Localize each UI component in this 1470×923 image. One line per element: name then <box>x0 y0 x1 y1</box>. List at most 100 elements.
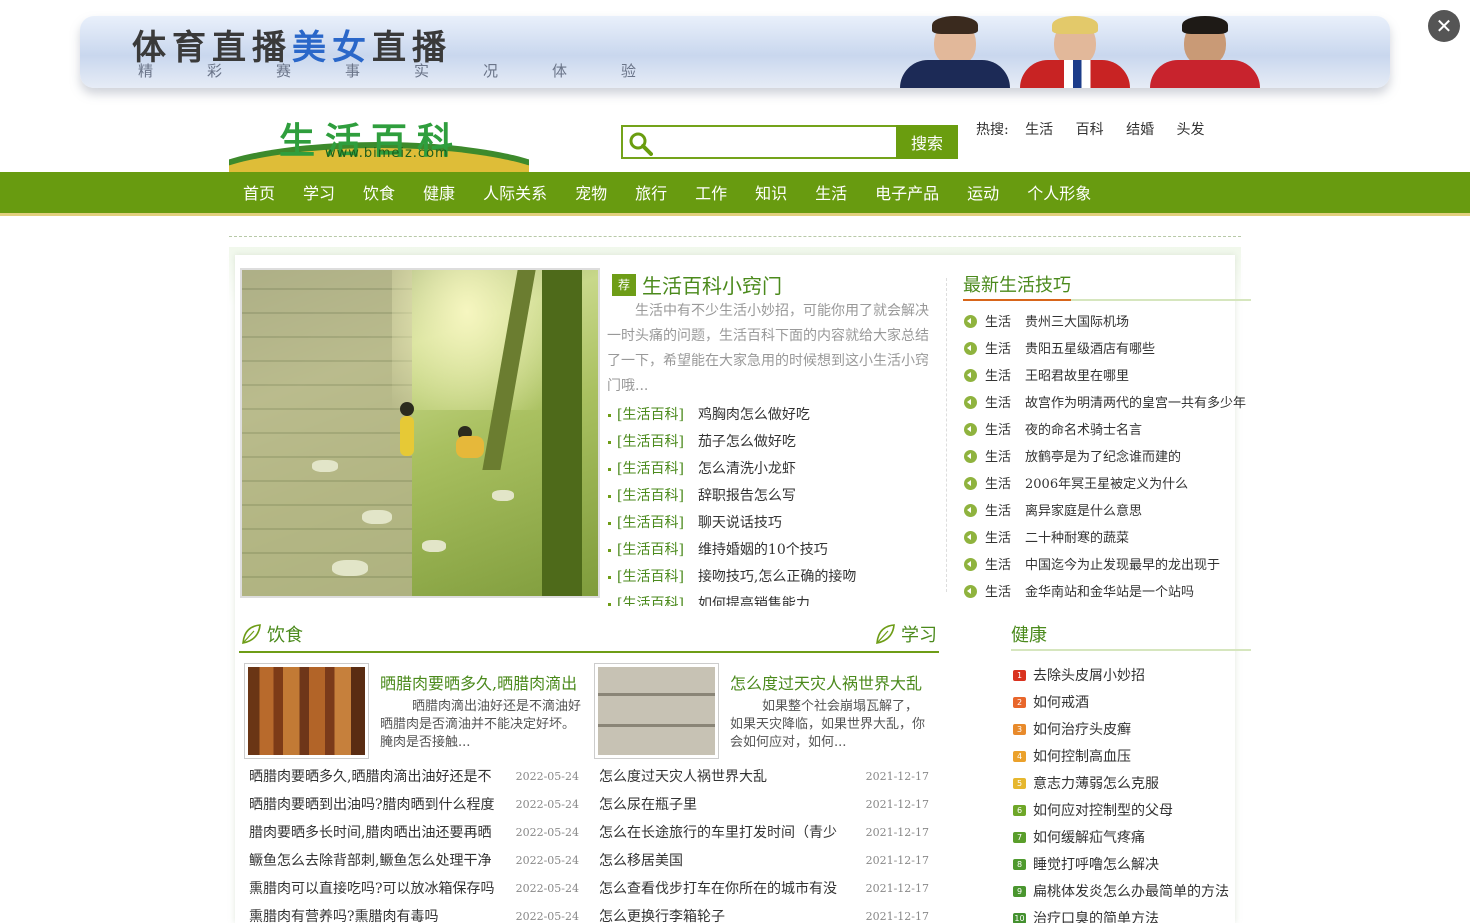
nav-item-sports[interactable]: 运动 <box>953 172 1013 216</box>
nav-item-electronics[interactable]: 电子产品 <box>861 172 953 216</box>
rank-number: 9 <box>1013 885 1026 897</box>
nav-item-image[interactable]: 个人形象 <box>1013 172 1105 216</box>
search-box: 搜索 <box>621 125 958 159</box>
list-item[interactable]: 生活 放鹤亭是为了纪念谁而建的 <box>964 444 1254 471</box>
nav-item-home[interactable]: 首页 <box>229 172 289 216</box>
list-item[interactable]: 生活 夜的命名术骑士名言 <box>964 417 1254 444</box>
rank-number: 5 <box>1013 777 1026 789</box>
list-item[interactable]: 生活 贵阳五星级酒店有哪些 <box>964 336 1254 363</box>
list-item[interactable]: 腊肉要晒多长时间,腊肉晒出油还要再晒 2022-05-24 <box>249 819 579 847</box>
list-item[interactable]: 5 意志力薄弱怎么克服 <box>1013 771 1253 798</box>
study-feature-thumbnail[interactable] <box>594 663 719 759</box>
list-item[interactable]: 6 如何应对控制型的父母 <box>1013 798 1253 825</box>
list-item[interactable]: 生活 离异家庭是什么意思 <box>964 498 1254 525</box>
list-item[interactable]: 鳜鱼怎么去除背部刺,鳜鱼怎么处理干净 2022-05-24 <box>249 847 579 875</box>
health-ranking-list: 1 去除头皮屑小妙招 2 如何戒酒 3 如何治疗头皮癣 4 如何控制高血压 5 意志力薄弱… <box>1013 663 1253 923</box>
list-item[interactable]: 熏腊肉可以直接吃吗?可以放冰箱保存吗 2022-05-24 <box>249 875 579 903</box>
list-item[interactable]: 怎么移居美国 2021-12-17 <box>599 847 929 875</box>
nav-item-food[interactable]: 饮食 <box>349 172 409 216</box>
rank-number: 6 <box>1013 804 1026 816</box>
leaf-icon <box>876 624 895 644</box>
leaf-icon <box>242 624 261 644</box>
list-item[interactable]: 1 去除头皮屑小妙招 <box>1013 663 1253 690</box>
list-item[interactable]: 晒腊肉要晒到出油吗?腊肉晒到什么程度 2022-05-24 <box>249 791 579 819</box>
rank-number: 3 <box>1013 723 1026 735</box>
study-feature-title[interactable]: 怎么度过天灾人祸世界大乱 <box>730 670 922 694</box>
list-item[interactable]: 怎么在长途旅行的车里打发时间（青少 2021-12-17 <box>599 819 929 847</box>
nav-item-relations[interactable]: 人际关系 <box>469 172 561 216</box>
rank-number: 2 <box>1013 696 1026 708</box>
food-article-list: 晒腊肉要晒多久,晒腊肉滴出油好还是不 2022-05-24 晒腊肉要晒到出油吗?腊… <box>249 763 579 923</box>
list-item[interactable]: 生活 金华南站和金华站是一个站吗 <box>964 579 1254 606</box>
list-item[interactable]: [生活百科] 维持婚姻的10个技巧 <box>608 537 938 564</box>
nav-item-pets[interactable]: 宠物 <box>561 172 621 216</box>
featured-title[interactable]: 生活百科小窍门 <box>642 274 782 298</box>
play-icon <box>964 423 977 436</box>
list-item[interactable]: [生活百科] 茄子怎么做好吃 <box>608 429 938 456</box>
list-item[interactable]: [生活百科] 辞职报告怎么写 <box>608 483 938 510</box>
close-banner-button[interactable]: ✕ <box>1428 10 1460 42</box>
play-icon <box>964 558 977 571</box>
play-icon <box>964 504 977 517</box>
study-article-list: 怎么度过天灾人祸世界大乱 2021-12-17 怎么尿在瓶子里 2021-12-17… <box>599 763 929 923</box>
list-item[interactable]: 生活 故宫作为明清两代的皇宫一共有多少年 <box>964 390 1254 417</box>
list-item[interactable]: 3 如何治疗头皮癣 <box>1013 717 1253 744</box>
latest-tips-list: 生活 贵州三大国际机场 生活 贵阳五星级酒店有哪些 生活 王昭君故里在哪里 生活 故宫作… <box>964 309 1254 606</box>
study-feature-description: 如果整个社会崩塌瓦解了，如果天灾降临，如果世界大乱，你会如何应对，如何... <box>730 699 926 750</box>
list-item[interactable]: 4 如何控制高血压 <box>1013 744 1253 771</box>
list-item[interactable]: 生活 二十种耐寒的蔬菜 <box>964 525 1254 552</box>
nav-item-life[interactable]: 生活 <box>801 172 861 216</box>
list-item[interactable]: 熏腊肉有营养吗?熏腊肉有毒吗 2022-05-24 <box>249 903 579 923</box>
nav-item-work[interactable]: 工作 <box>681 172 741 216</box>
hot-search-item[interactable]: 结婚 <box>1126 122 1154 138</box>
list-item[interactable]: [生活百科] 鸡胸肉怎么做好吃 <box>608 402 938 429</box>
banner-subtitle: 精彩赛事实况体验 <box>138 62 691 80</box>
top-banner-ad[interactable]: 体育直播美女直播 精彩赛事实况体验 <box>80 16 1390 88</box>
play-icon <box>964 450 977 463</box>
list-item[interactable]: 怎么度过天灾人祸世界大乱 2021-12-17 <box>599 763 929 791</box>
health-section-title[interactable]: 健康 <box>1011 621 1047 647</box>
list-item[interactable]: 晒腊肉要晒多久,晒腊肉滴出油好还是不 2022-05-24 <box>249 763 579 791</box>
nav-item-study[interactable]: 学习 <box>289 172 349 216</box>
list-item[interactable]: 怎么更换行李箱轮子 2021-12-17 <box>599 903 929 923</box>
list-item[interactable]: 10 治疗口臭的简单方法 <box>1013 906 1253 923</box>
food-section-title[interactable]: 饮食 <box>267 621 303 647</box>
list-item[interactable]: 9 扁桃体发炎怎么办最简单的方法 <box>1013 879 1253 906</box>
main-nav: 首页 学习 饮食 健康 人际关系 宠物 旅行 工作 知识 生活 电子产品 运动 … <box>0 172 1470 216</box>
list-item[interactable]: 8 睡觉打呼噜怎么解决 <box>1013 852 1253 879</box>
play-icon <box>964 342 977 355</box>
hot-search: 热搜: 生活 百科 结婚 头发 <box>976 119 1223 139</box>
nav-item-knowledge[interactable]: 知识 <box>741 172 801 216</box>
list-item[interactable]: 生活 2006年冥王星被定义为什么 <box>964 471 1254 498</box>
list-item[interactable]: [生活百科] 如何提高销售能力 <box>608 591 938 606</box>
list-item[interactable]: 怎么查看伐步打车在你所在的城市有没 2021-12-17 <box>599 875 929 903</box>
list-item[interactable]: 生活 王昭君故里在哪里 <box>964 363 1254 390</box>
hot-search-item[interactable]: 头发 <box>1177 122 1205 138</box>
divider <box>229 236 1241 237</box>
hot-search-item[interactable]: 生活 <box>1025 122 1053 138</box>
featured-image[interactable] <box>240 268 600 598</box>
list-item[interactable]: [生活百科] 接吻技巧,怎么正确的接吻 <box>608 564 938 591</box>
featured-heading: 荐生活百科小窍门 <box>612 270 782 299</box>
list-item[interactable]: 怎么尿在瓶子里 2021-12-17 <box>599 791 929 819</box>
food-feature-title[interactable]: 晒腊肉要晒多久,晒腊肉滴出 <box>380 670 577 694</box>
search-input[interactable] <box>657 129 893 155</box>
rank-number: 10 <box>1013 912 1026 923</box>
study-section-title[interactable]: 学习 <box>901 621 937 647</box>
food-feature-thumbnail[interactable] <box>244 663 369 759</box>
list-item[interactable]: [生活百科] 怎么清洗小龙虾 <box>608 456 938 483</box>
section-divider <box>239 651 939 653</box>
list-item[interactable]: 生活 贵州三大国际机场 <box>964 309 1254 336</box>
play-icon <box>964 396 977 409</box>
list-item[interactable]: 2 如何戒酒 <box>1013 690 1253 717</box>
hot-search-item[interactable]: 百科 <box>1076 122 1104 138</box>
play-icon <box>964 369 977 382</box>
nav-item-travel[interactable]: 旅行 <box>621 172 681 216</box>
site-logo[interactable]: 生活百科 www.bimeiz.com <box>229 112 529 172</box>
search-button[interactable]: 搜索 <box>896 125 958 159</box>
list-item[interactable]: 生活 中国迄今为止发现最早的龙出现于 <box>964 552 1254 579</box>
play-icon <box>964 477 977 490</box>
list-item[interactable]: 7 如何缓解疝气疼痛 <box>1013 825 1253 852</box>
list-item[interactable]: [生活百科] 聊天说话技巧 <box>608 510 938 537</box>
nav-item-health[interactable]: 健康 <box>409 172 469 216</box>
